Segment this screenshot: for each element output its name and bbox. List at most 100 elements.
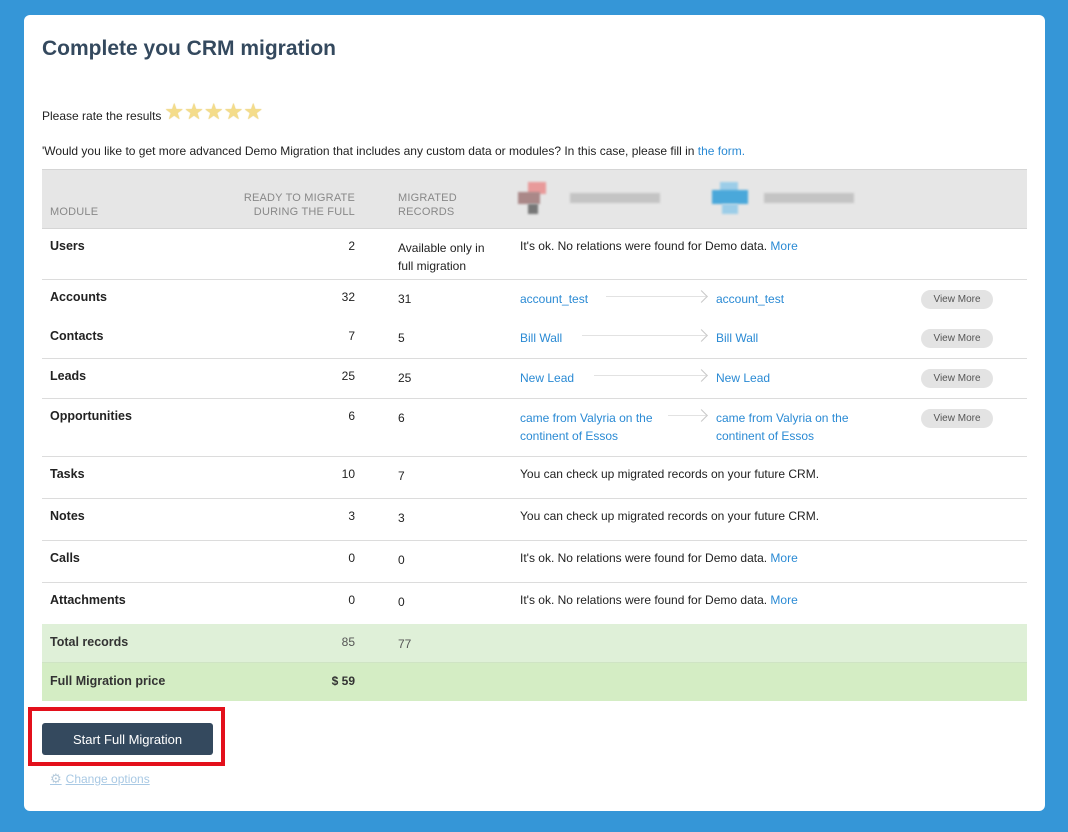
migrated-count: 5 xyxy=(398,331,405,345)
module-name: Users xyxy=(50,239,85,253)
migrated-line1: Available only in xyxy=(398,241,485,255)
more-link[interactable]: More xyxy=(770,239,797,253)
star-icon-2[interactable]: ★ xyxy=(184,101,204,123)
more-link[interactable]: More xyxy=(770,593,797,607)
ready-count: 0 xyxy=(348,551,355,565)
table-row-users: Users 2 Available only in full migration… xyxy=(42,229,1027,280)
table-row-attachments: Attachments 0 0 It's ok. No relations we… xyxy=(42,583,1027,624)
more-link[interactable]: More xyxy=(770,551,797,565)
rating-label: Please rate the results xyxy=(42,109,162,123)
source-record-line1: came from Valyria on the xyxy=(520,411,653,425)
module-name: Notes xyxy=(50,509,85,523)
star-icon-3[interactable]: ★ xyxy=(204,101,224,123)
target-record-line2: continent of Essos xyxy=(716,429,815,443)
target-record-link[interactable]: Bill Wall xyxy=(716,329,856,347)
target-crm-logo xyxy=(712,182,748,214)
module-name: Tasks xyxy=(50,467,85,481)
header-ready-line1: READY TO MIGRATE xyxy=(243,192,355,204)
module-name: Leads xyxy=(50,369,87,383)
info-text: It's ok. No relations were found for Dem… xyxy=(520,239,798,253)
info-text: It's ok. No relations were found for Dem… xyxy=(520,551,798,565)
price-value: $ 59 xyxy=(331,674,355,688)
demo-question: 'Would you like to get more advanced Dem… xyxy=(42,144,745,158)
ready-count: 7 xyxy=(348,329,355,343)
target-system xyxy=(712,178,854,218)
module-name: Accounts xyxy=(50,290,107,304)
migrated-count: 0 xyxy=(398,553,405,567)
info-message: It's ok. No relations were found for Dem… xyxy=(520,593,768,607)
migrated-count: 31 xyxy=(398,292,412,306)
total-label: Total records xyxy=(50,635,129,649)
price-row: Full Migration price $ 59 xyxy=(42,663,1027,701)
info-message: It's ok. No relations were found for Dem… xyxy=(520,239,768,253)
table-row-accounts: Accounts 32 31 account_test account_test… xyxy=(42,280,1027,319)
source-record-link[interactable]: New Lead xyxy=(520,369,660,387)
gear-icon: ⚙ xyxy=(50,771,62,786)
view-more-button[interactable]: View More xyxy=(921,409,993,428)
info-message: You can check up migrated records on you… xyxy=(520,467,820,481)
view-more-button[interactable]: View More xyxy=(921,290,993,309)
target-crm-name xyxy=(764,193,854,203)
ready-count: 10 xyxy=(341,467,355,481)
info-text: It's ok. No relations were found for Dem… xyxy=(520,593,798,607)
page-title: Complete you CRM migration xyxy=(42,37,337,60)
ready-count: 25 xyxy=(341,369,355,383)
ready-count: 2 xyxy=(348,239,355,253)
start-full-migration-button[interactable]: Start Full Migration xyxy=(42,723,213,755)
table-row-contacts: Contacts 7 5 Bill Wall Bill Wall View Mo… xyxy=(42,319,1027,359)
price-label: Full Migration price xyxy=(50,674,166,688)
ready-count: 3 xyxy=(348,509,355,523)
arrow-right-icon xyxy=(594,375,706,376)
migrated-count: 7 xyxy=(398,469,405,483)
source-record-link[interactable]: account_test xyxy=(520,290,660,308)
header-ready-line2: DURING THE FULL xyxy=(253,206,355,218)
table-row-leads: Leads 25 25 New Lead New Lead View More xyxy=(42,359,1027,399)
migrated-count: 25 xyxy=(398,371,412,385)
module-name: Calls xyxy=(50,551,80,565)
demo-question-text: 'Would you like to get more advanced Dem… xyxy=(42,144,698,158)
table-row-calls: Calls 0 0 It's ok. No relations were fou… xyxy=(42,541,1027,583)
header-migrated-line2: RECORDS xyxy=(398,206,455,218)
ready-count: 0 xyxy=(348,593,355,607)
migrated-count: 3 xyxy=(398,511,405,525)
target-record-link[interactable]: New Lead xyxy=(716,369,856,387)
star-icon-4[interactable]: ★ xyxy=(224,101,244,123)
star-icon-1[interactable]: ★ xyxy=(164,101,184,123)
target-record-line1: came from Valyria on the xyxy=(716,411,849,425)
migration-panel: Complete you CRM migration Please rate t… xyxy=(24,15,1045,811)
source-system xyxy=(518,178,660,218)
table-row-notes: Notes 3 3 You can check up migrated reco… xyxy=(42,499,1027,541)
ready-count: 32 xyxy=(341,290,355,304)
change-options-link[interactable]: ⚙ Change options xyxy=(50,771,150,787)
rating-stars: ★ ★ ★ ★ ★ xyxy=(164,101,263,123)
header-module: MODULE xyxy=(50,206,99,218)
total-ready: 85 xyxy=(341,635,355,649)
change-options-label: Change options xyxy=(65,772,150,786)
rating-row: Please rate the results ★ ★ ★ ★ ★ xyxy=(42,101,263,127)
module-name: Opportunities xyxy=(50,409,132,423)
source-crm-name xyxy=(570,193,660,203)
arrow-right-icon xyxy=(606,296,706,297)
source-record-link[interactable]: Bill Wall xyxy=(520,329,660,347)
view-more-button[interactable]: View More xyxy=(921,329,993,348)
migrated-count: Available only in full migration xyxy=(398,239,498,275)
ready-count: 6 xyxy=(348,409,355,423)
source-record-line2: continent of Essos xyxy=(520,429,619,443)
header-migrated-line1: MIGRATED xyxy=(398,192,457,204)
module-name: Attachments xyxy=(50,593,126,607)
total-records-row: Total records 85 77 xyxy=(42,624,1027,663)
form-link[interactable]: the form. xyxy=(698,144,745,158)
star-icon-5[interactable]: ★ xyxy=(243,101,263,123)
migrated-count: 0 xyxy=(398,595,405,609)
target-record-link[interactable]: account_test xyxy=(716,290,856,308)
info-message: It's ok. No relations were found for Dem… xyxy=(520,551,768,565)
module-name: Contacts xyxy=(50,329,104,343)
view-more-button[interactable]: View More xyxy=(921,369,993,388)
total-migrated: 77 xyxy=(398,637,412,651)
migration-table: MODULE READY TO MIGRATE DURING THE FULL … xyxy=(42,169,1027,701)
target-record-link[interactable]: came from Valyria on the continent of Es… xyxy=(716,409,856,445)
arrow-right-icon xyxy=(668,415,706,416)
info-message: You can check up migrated records on you… xyxy=(520,509,820,523)
table-header: MODULE READY TO MIGRATE DURING THE FULL … xyxy=(42,169,1027,229)
source-record-link[interactable]: came from Valyria on the continent of Es… xyxy=(520,409,660,445)
